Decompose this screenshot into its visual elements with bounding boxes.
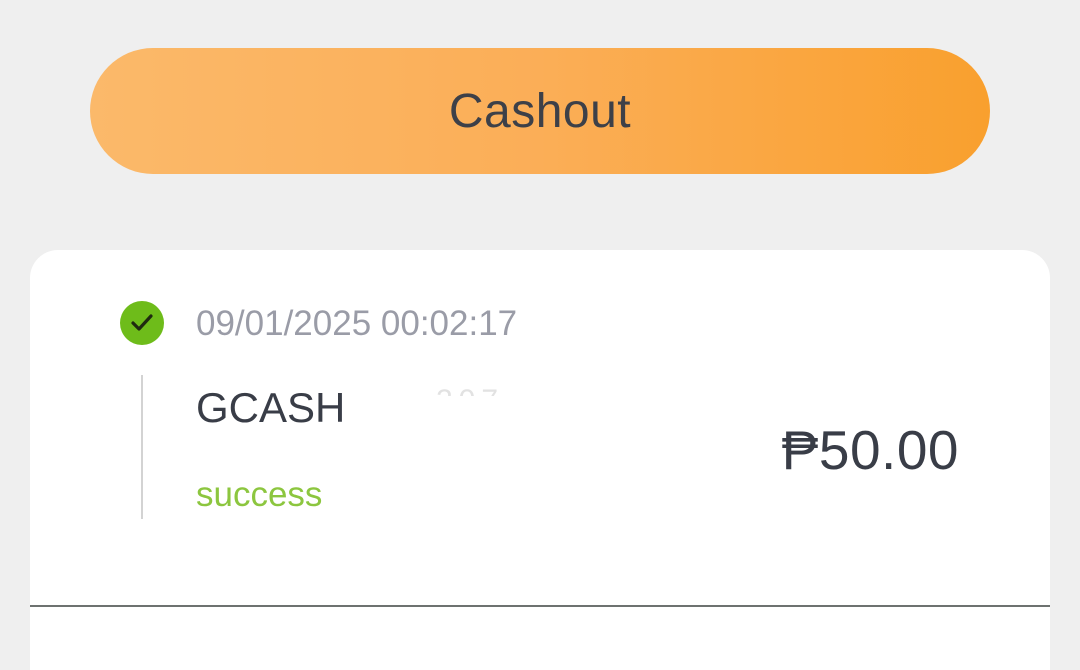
timeline-line: [141, 375, 143, 519]
check-circle-icon: [120, 301, 164, 345]
cashout-button-label: Cashout: [448, 84, 632, 138]
transaction-status: success: [196, 475, 323, 514]
payment-method: GCASH: [196, 384, 346, 431]
divider: [30, 605, 1050, 607]
transaction-timestamp: 09/01/2025 00:02:17: [196, 304, 518, 343]
transaction-amount: ₱50.00: [781, 419, 959, 481]
masked-account-number: 207: [436, 386, 512, 396]
cashout-button[interactable]: Cashout: [90, 48, 990, 174]
